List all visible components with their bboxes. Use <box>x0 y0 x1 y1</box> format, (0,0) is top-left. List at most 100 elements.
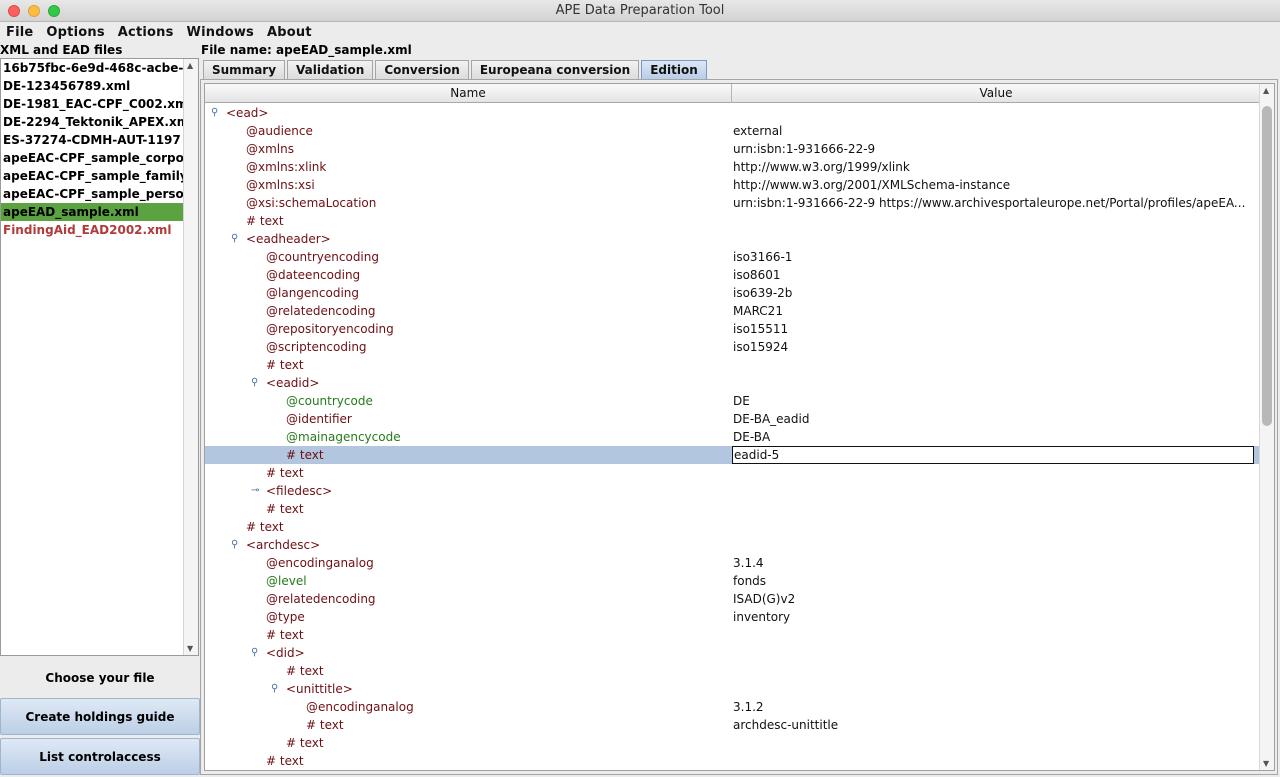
tab-europeana-conversion[interactable]: Europeana conversion <box>470 60 640 79</box>
menu-file[interactable]: File <box>6 25 33 40</box>
file-list-item[interactable]: apeEAC-CPF_sample_family.x <box>1 167 185 185</box>
table-row[interactable]: @xmlns:xlink http://www.w3.org/1999/xlink <box>205 158 1260 176</box>
node-value: inventory <box>733 610 791 624</box>
node-name: # text <box>266 502 304 516</box>
expanded-node-icon[interactable]: ⚲ <box>231 536 238 554</box>
node-value: DE-BA_eadid <box>733 412 810 426</box>
node-name: # text <box>246 214 284 228</box>
table-row[interactable]: @identifier DE-BA_eadid <box>205 410 1260 428</box>
title-bar: APE Data Preparation Tool <box>0 0 1280 22</box>
menu-windows[interactable]: Windows <box>187 25 254 40</box>
create-holdings-guide-button[interactable]: Create holdings guide <box>0 698 200 735</box>
file-list-item[interactable]: ES-37274-CDMH-AUT-1197 <box>1 131 185 149</box>
file-list-item[interactable]: DE-1981_EAC-CPF_C002.xm <box>1 95 185 113</box>
table-row[interactable]: @encodinganalog 3.1.2 <box>205 698 1260 716</box>
value-edit-field[interactable]: eadid-5 <box>732 446 1254 464</box>
table-row[interactable]: @relatedencoding MARC21 <box>205 302 1260 320</box>
table-row[interactable]: @langencoding iso639-2b <box>205 284 1260 302</box>
file-list-item[interactable]: DE-2294_Tektonik_APEX.xml <box>1 113 185 131</box>
tab-summary[interactable]: Summary <box>203 60 286 79</box>
table-row[interactable]: @dateencoding iso8601 <box>205 266 1260 284</box>
collapsed-node-icon[interactable]: ⊸ <box>251 482 259 500</box>
expanded-node-icon[interactable]: ⚲ <box>211 104 218 122</box>
node-name: # text <box>286 448 324 462</box>
close-window-button[interactable] <box>8 5 20 17</box>
maximize-window-button[interactable] <box>48 5 60 17</box>
tab-edition[interactable]: Edition <box>641 60 707 79</box>
file-list-item[interactable]: 16b75fbc-6e9d-468c-acbe- <box>1 59 185 77</box>
menu-options[interactable]: Options <box>46 25 104 40</box>
node-name: @repositoryencoding <box>266 322 394 336</box>
scroll-down-arrow-icon[interactable]: ▼ <box>187 644 193 653</box>
scrollbar-thumb[interactable] <box>1262 106 1272 426</box>
table-row[interactable]: # text eadid-5 <box>205 446 1260 464</box>
tab-conversion[interactable]: Conversion <box>375 60 469 79</box>
file-list: 16b75fbc-6e9d-468c-acbe- DE-123456789.xml… <box>0 58 199 656</box>
file-list-item[interactable]: apeEAD_sample.xml <box>1 203 185 221</box>
table-row[interactable]: # text <box>205 464 1260 482</box>
table-row[interactable]: # text <box>205 734 1260 752</box>
node-value: fonds <box>733 574 767 588</box>
node-name: @relatedencoding <box>266 304 376 318</box>
node-name: # text <box>286 736 324 750</box>
table-row[interactable]: @audience external <box>205 122 1260 140</box>
table-row[interactable]: ⚲ <archdesc> <box>205 536 1260 554</box>
node-name: @xmlns <box>246 142 294 156</box>
file-name-label: File name: apeEAD_sample.xml <box>201 43 412 57</box>
file-list-scrollbar[interactable]: ▲ ▼ <box>183 59 198 655</box>
table-row[interactable]: ⚲ <eadid> <box>205 374 1260 392</box>
expanded-node-icon[interactable]: ⚲ <box>251 374 258 392</box>
table-row[interactable]: @xmlns:xsi http://www.w3.org/2001/XMLSche… <box>205 176 1260 194</box>
node-name: @identifier <box>286 412 352 426</box>
window-title: APE Data Preparation Tool <box>555 3 725 18</box>
choose-file-button[interactable]: Choose your file <box>0 660 200 696</box>
table-row[interactable]: # text archdesc-unittitle <box>205 716 1260 734</box>
node-name: @xmlns:xsi <box>246 178 315 192</box>
table-row[interactable]: @mainagencycode DE-BA <box>205 428 1260 446</box>
file-list-item[interactable]: DE-123456789.xml <box>1 77 185 95</box>
table-row[interactable]: ⚲ <unittitle> <box>205 680 1260 698</box>
expanded-node-icon[interactable]: ⚲ <box>231 230 238 248</box>
table-row[interactable]: ⚲ <did> <box>205 644 1260 662</box>
table-row[interactable]: # text <box>205 356 1260 374</box>
node-value: 3.1.4 <box>733 556 764 570</box>
node-name: @audience <box>246 124 313 138</box>
table-scrollbar[interactable]: ▲ ▼ <box>1259 84 1274 770</box>
tab-validation[interactable]: Validation <box>287 60 374 79</box>
scroll-up-arrow-icon[interactable]: ▲ <box>187 61 193 70</box>
column-header-name[interactable]: Name <box>205 84 732 103</box>
scroll-up-arrow-icon[interactable]: ▲ <box>1263 86 1269 95</box>
table-row[interactable]: @repositoryencoding iso15511 <box>205 320 1260 338</box>
scroll-down-arrow-icon[interactable]: ▼ <box>1263 759 1269 768</box>
table-row[interactable]: ⚲ <ead> <box>205 104 1260 122</box>
menu-actions[interactable]: Actions <box>118 25 174 40</box>
file-list-item[interactable]: apeEAC-CPF_sample_corpora <box>1 149 185 167</box>
file-list-item[interactable]: apeEAC-CPF_sample_person. <box>1 185 185 203</box>
list-controlaccess-button[interactable]: List controlaccess <box>0 738 200 775</box>
expanded-node-icon[interactable]: ⚲ <box>271 680 278 698</box>
main-tabs: Summary Validation Conversion Europeana … <box>203 60 709 79</box>
table-row[interactable]: @level fonds <box>205 572 1260 590</box>
table-row[interactable]: # text <box>205 662 1260 680</box>
table-row[interactable]: # text <box>205 500 1260 518</box>
menu-about[interactable]: About <box>267 25 312 40</box>
column-header-value[interactable]: Value <box>732 84 1260 103</box>
table-row[interactable]: @countryencoding iso3166-1 <box>205 248 1260 266</box>
table-row[interactable]: # text <box>205 752 1260 770</box>
table-row[interactable]: @xmlns urn:isbn:1-931666-22-9 <box>205 140 1260 158</box>
table-row[interactable]: @xsi:schemaLocation urn:isbn:1-931666-22-… <box>205 194 1260 212</box>
table-row[interactable]: @type inventory <box>205 608 1260 626</box>
table-row[interactable]: ⊸ <filedesc> <box>205 482 1260 500</box>
table-row[interactable]: # text <box>205 518 1260 536</box>
table-row[interactable]: ⚲ <eadheader> <box>205 230 1260 248</box>
table-row[interactable]: # text <box>205 626 1260 644</box>
table-row[interactable]: # text <box>205 212 1260 230</box>
table-row[interactable]: @scriptencoding iso15924 <box>205 338 1260 356</box>
file-list-item[interactable]: FindingAid_EAD2002.xml <box>1 221 185 239</box>
minimize-window-button[interactable] <box>28 5 40 17</box>
table-row[interactable]: @encodinganalog 3.1.4 <box>205 554 1260 572</box>
menu-bar: File Options Actions Windows About <box>0 22 1280 42</box>
table-row[interactable]: @relatedencoding ISAD(G)v2 <box>205 590 1260 608</box>
table-row[interactable]: @countrycode DE <box>205 392 1260 410</box>
expanded-node-icon[interactable]: ⚲ <box>251 644 258 662</box>
